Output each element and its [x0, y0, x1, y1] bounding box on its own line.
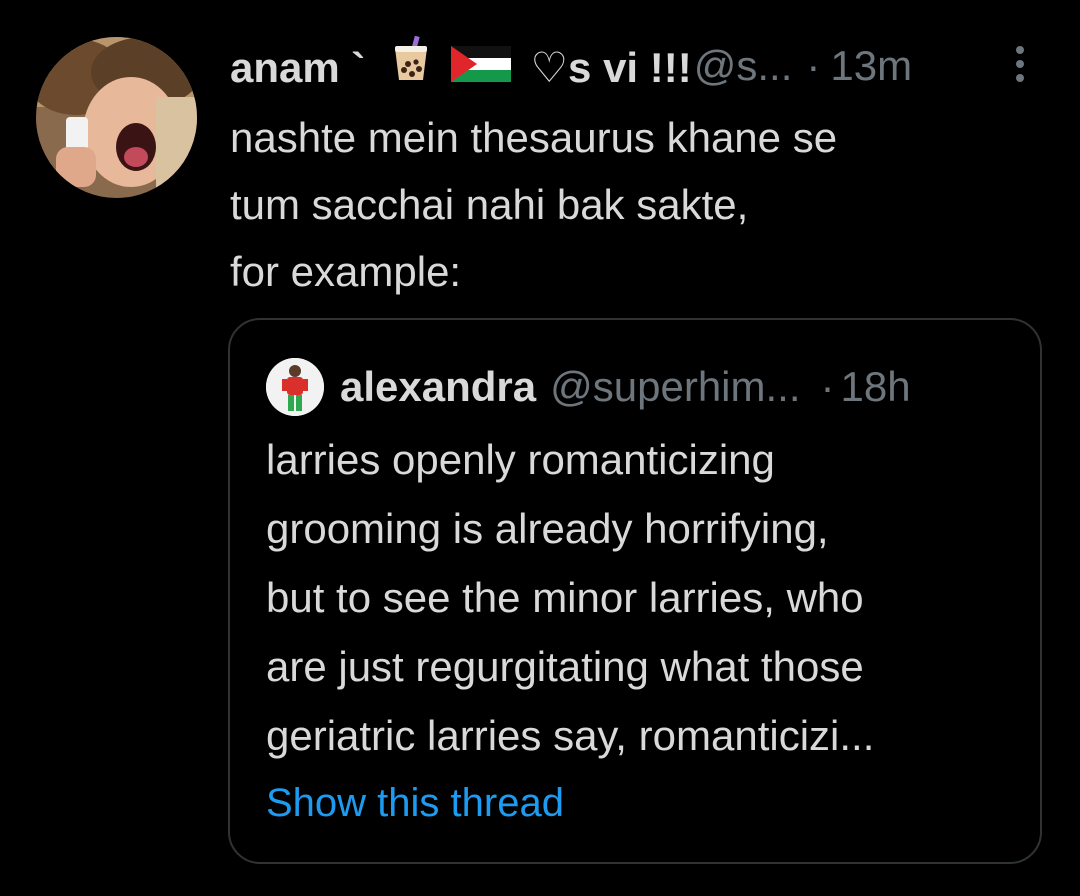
quoted-text-line: grooming is already horrifying,	[266, 505, 829, 552]
quoted-user-avatar[interactable]	[266, 358, 324, 416]
quoted-text-line: larries openly romanticizing	[266, 436, 775, 483]
display-name-text: anam `	[230, 44, 366, 91]
tweet-header: anam ` ♡s vi !!! @s... · 13m	[230, 35, 912, 96]
quoted-tweet-header: alexandra @superhim... · 18h	[340, 358, 911, 416]
display-name-suffix: ♡s vi !!!	[530, 44, 692, 91]
quoted-tweet-text: larries openly romanticizing grooming is…	[266, 425, 1036, 770]
tweet-text-line: tum sacchai nahi bak sakte,	[230, 181, 749, 228]
quoted-tweet-card[interactable]: alexandra @superhim... · 18h larries ope…	[228, 318, 1042, 864]
user-avatar[interactable]	[36, 37, 197, 198]
more-vertical-icon[interactable]	[1011, 44, 1029, 84]
palestine-flag-emoji	[450, 40, 511, 96]
display-name[interactable]: anam ` ♡s vi !!!	[230, 35, 692, 96]
user-handle[interactable]: @s...	[694, 38, 793, 94]
quoted-text-line: but to see the minor larries, who	[266, 574, 864, 621]
quoted-tweet-timestamp[interactable]: 18h	[841, 363, 911, 411]
separator-dot: ·	[820, 363, 835, 410]
quoted-user-handle[interactable]: @superhim...	[550, 363, 800, 411]
tweet-timestamp[interactable]: 13m	[830, 38, 912, 94]
quoted-text-line: are just regurgitating what those	[266, 643, 864, 690]
quoted-text-line: geriatric larries say, romanticizi...	[266, 712, 875, 759]
show-this-thread-link[interactable]: Show this thread	[266, 773, 564, 833]
bubble-tea-emoji	[391, 35, 431, 96]
tweet-text-line: nashte mein thesaurus khane se	[230, 114, 838, 161]
tweet-text-line: for example:	[230, 248, 462, 295]
quoted-display-name[interactable]: alexandra	[340, 363, 536, 411]
separator-dot: ·	[806, 42, 821, 89]
tweet-text: nashte mein thesaurus khane se tum sacch…	[230, 104, 1030, 305]
